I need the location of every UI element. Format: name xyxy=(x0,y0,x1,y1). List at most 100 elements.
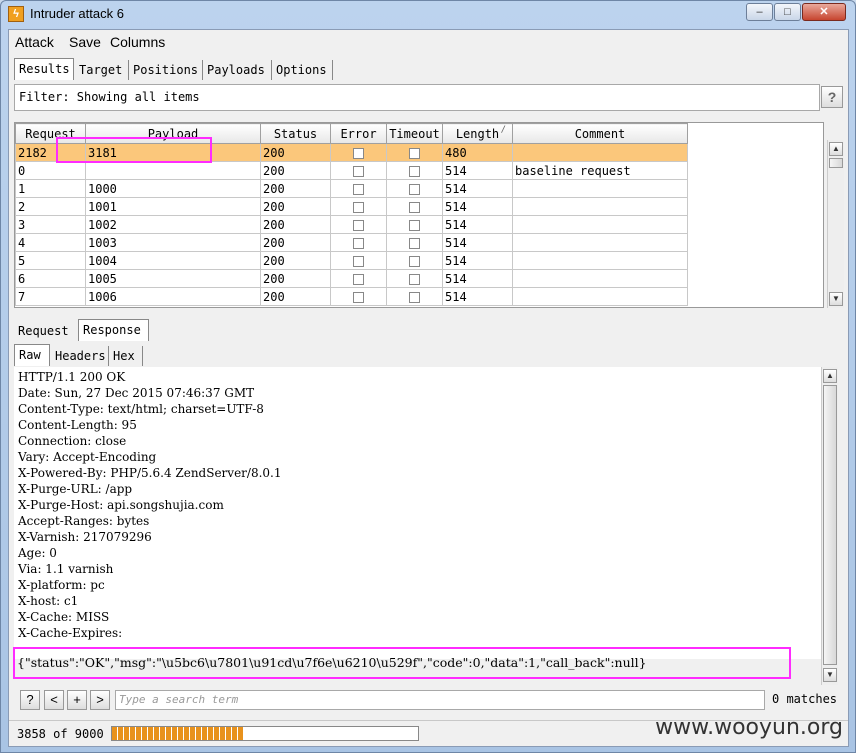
title-bar[interactable]: ϟ Intruder attack 6 – □ ✕ xyxy=(1,1,855,29)
column-header-comment[interactable]: Comment xyxy=(512,123,688,144)
response-scroll-thumb[interactable] xyxy=(823,385,837,665)
table-row[interactable]: 1 1000 200 514 xyxy=(15,179,688,198)
cell-comment xyxy=(512,287,688,306)
response-scrollbar[interactable]: ▲ ▼ xyxy=(821,367,838,685)
cell-error xyxy=(330,161,387,180)
tab-target[interactable]: Target xyxy=(75,60,129,80)
cell-request: 2182 xyxy=(15,143,86,162)
column-header-timeout[interactable]: Timeout xyxy=(386,123,443,144)
table-row[interactable]: 0 200 514 baseline request xyxy=(15,161,688,180)
table-row[interactable]: 5 1004 200 514 xyxy=(15,251,688,270)
tab-request[interactable]: Request xyxy=(14,321,78,341)
response-header-line: X-Cache-Expires: xyxy=(18,626,123,640)
cell-comment xyxy=(512,197,688,216)
table-row[interactable]: 2 1001 200 514 xyxy=(15,197,688,216)
burp-lightning-icon: ϟ xyxy=(8,6,24,22)
table-row[interactable]: 2182 3181 200 480 xyxy=(15,143,688,162)
scroll-up-arrow-icon[interactable]: ▲ xyxy=(829,142,843,156)
menu-columns[interactable]: Columns xyxy=(110,34,165,50)
response-header-line: Age: 0 xyxy=(18,546,57,560)
timeout-checkbox xyxy=(409,201,420,213)
table-header-row: Request Payload Status Error Timeout Len… xyxy=(15,123,688,144)
search-help-button[interactable]: ? xyxy=(20,690,40,710)
timeout-checkbox xyxy=(409,183,420,195)
filter-help-button[interactable]: ? xyxy=(821,86,843,108)
response-header-line: Content-Length: 95 xyxy=(18,418,137,432)
results-scrollbar[interactable]: ▲ ▼ xyxy=(827,140,844,308)
tab-positions[interactable]: Positions xyxy=(129,60,203,80)
column-header-status[interactable]: Status xyxy=(260,123,331,144)
minimize-button[interactable]: – xyxy=(746,3,773,21)
error-checkbox xyxy=(353,219,364,231)
close-button[interactable]: ✕ xyxy=(802,3,846,21)
response-scroll-up-icon[interactable]: ▲ xyxy=(823,369,837,383)
tab-hex[interactable]: Hex xyxy=(109,346,143,366)
column-header-length[interactable]: Length / xyxy=(442,123,513,144)
timeout-checkbox xyxy=(409,291,420,303)
cell-payload: 1003 xyxy=(85,233,261,252)
results-table: Request Payload Status Error Timeout Len… xyxy=(15,123,688,306)
window-title: Intruder attack 6 xyxy=(30,6,124,21)
maximize-button[interactable]: □ xyxy=(774,3,801,21)
cell-error xyxy=(330,215,387,234)
search-add-button[interactable]: + xyxy=(67,690,87,710)
cell-length: 514 xyxy=(442,179,513,198)
cell-request: 0 xyxy=(15,161,86,180)
menu-save[interactable]: Save xyxy=(69,34,101,50)
cell-length: 514 xyxy=(442,251,513,270)
results-table-panel: Request Payload Status Error Timeout Len… xyxy=(14,122,824,308)
cell-comment xyxy=(512,215,688,234)
table-row[interactable]: 7 1006 200 514 xyxy=(15,287,688,306)
cell-comment xyxy=(512,269,688,288)
response-scroll-down-icon[interactable]: ▼ xyxy=(823,668,837,682)
cell-timeout xyxy=(386,143,443,162)
filter-bar[interactable]: Filter: Showing all items xyxy=(14,84,820,111)
cell-length: 514 xyxy=(442,161,513,180)
tab-results[interactable]: Results xyxy=(14,58,74,80)
scroll-thumb[interactable] xyxy=(829,158,843,168)
cell-comment xyxy=(512,143,688,162)
cell-length: 514 xyxy=(442,215,513,234)
tab-options[interactable]: Options xyxy=(272,60,333,80)
response-headers: HTTP/1.1 200 OK Date: Sun, 27 Dec 2015 07… xyxy=(18,369,282,641)
cell-error xyxy=(330,197,387,216)
table-row[interactable]: 3 1002 200 514 xyxy=(15,215,688,234)
cell-request: 5 xyxy=(15,251,86,270)
error-checkbox xyxy=(353,165,364,177)
response-header-line: X-Varnish: 217079296 xyxy=(18,530,152,544)
response-header-line: Content-Type: text/html; charset=UTF-8 xyxy=(18,402,264,416)
cell-length: 514 xyxy=(442,197,513,216)
length-header-label: Length xyxy=(455,126,500,141)
column-header-error[interactable]: Error xyxy=(330,123,387,144)
timeout-checkbox xyxy=(409,219,420,231)
column-header-payload[interactable]: Payload xyxy=(85,123,261,144)
tab-headers[interactable]: Headers xyxy=(51,346,109,366)
search-next-button[interactable]: > xyxy=(90,690,110,710)
cell-length: 480 xyxy=(442,143,513,162)
cell-payload: 1004 xyxy=(85,251,261,270)
tab-payloads[interactable]: Payloads xyxy=(203,60,272,80)
cell-status: 200 xyxy=(260,215,331,234)
column-header-request[interactable]: Request xyxy=(15,123,86,144)
search-bar: ? < + > Type a search term 0 matches xyxy=(14,690,844,712)
table-row[interactable]: 4 1003 200 514 xyxy=(15,233,688,252)
scroll-down-arrow-icon[interactable]: ▼ xyxy=(829,292,843,306)
search-input[interactable]: Type a search term xyxy=(115,690,765,710)
cell-status: 200 xyxy=(260,143,331,162)
tab-response[interactable]: Response xyxy=(78,319,149,341)
timeout-checkbox xyxy=(409,255,420,267)
table-row[interactable]: 6 1005 200 514 xyxy=(15,269,688,288)
menu-attack[interactable]: Attack xyxy=(15,34,54,50)
search-previous-button[interactable]: < xyxy=(44,690,64,710)
cell-status: 200 xyxy=(260,161,331,180)
tab-raw[interactable]: Raw xyxy=(14,344,50,366)
cell-payload: 1001 xyxy=(85,197,261,216)
progress-label: 3858 of 9000 xyxy=(17,727,104,741)
cell-error xyxy=(330,269,387,288)
response-header-line: Date: Sun, 27 Dec 2015 07:46:37 GMT xyxy=(18,386,255,400)
cell-length: 514 xyxy=(442,269,513,288)
cell-payload: 1000 xyxy=(85,179,261,198)
cell-payload: 1002 xyxy=(85,215,261,234)
cell-status: 200 xyxy=(260,251,331,270)
response-viewer[interactable]: HTTP/1.1 200 OK Date: Sun, 27 Dec 2015 07… xyxy=(14,367,824,659)
